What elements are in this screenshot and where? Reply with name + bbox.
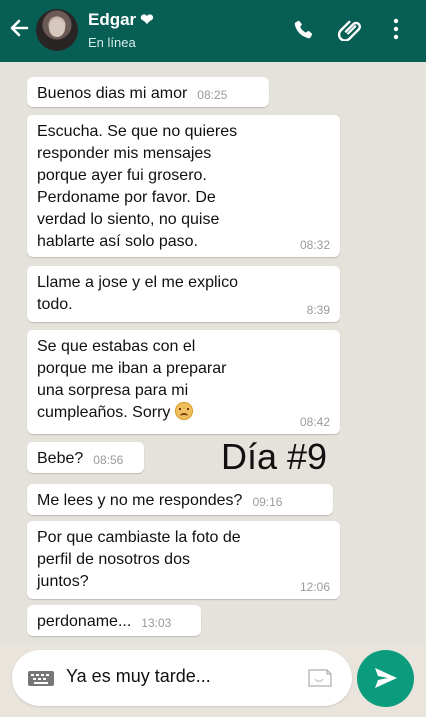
back-arrow-icon[interactable] [9,16,29,40]
day-label-overlay: Día #9 [221,436,328,477]
message-time: 13:03 [141,616,172,630]
message-bubble: perdoname... 13:03 [27,605,201,636]
message-composer[interactable]: Ya es muy tarde... [12,650,352,706]
paperclip-icon[interactable] [337,17,364,42]
avatar[interactable] [36,9,78,51]
chat-area: Buenos dias mi amor 08:25 Escucha. Se que… [0,62,426,646]
message-text: Buenos dias mi amor [37,85,188,102]
message-time: 8:39 [306,303,330,317]
message-time: 09:16 [252,495,283,509]
keyboard-icon[interactable] [27,668,55,688]
message-bubble: Me lees y no me respondes? 09:16 [27,484,333,515]
message-time: 08:32 [299,238,330,252]
phone-icon[interactable] [292,17,316,41]
message-text: Se que estabas con el porque me iban a p… [37,336,330,424]
message-text: perdoname... [37,613,132,630]
chat-header: Edgar ❤ En línea [0,0,426,62]
message-time: 08:25 [197,88,228,102]
message-text: Llame a jose y el me explico todo. [37,274,238,313]
message-text-content: Se que estabas con el porque me iban a p… [37,338,227,421]
message-bubble: Buenos dias mi amor 08:25 [27,77,269,107]
more-vertical-icon[interactable] [391,17,401,41]
contact-status: En línea [88,35,136,50]
message-bubble: Bebe? 08:56 [27,442,144,473]
message-text: Por que cambiaste la foto de perfil de n… [37,529,241,590]
avatar-face [49,19,65,37]
message-text: Escucha. Se que no quieres responder mis… [37,123,238,250]
message-text: Bebe? [37,450,84,467]
message-bubble: Llame a jose y el me explico todo. 8:39 [27,266,340,322]
heart-icon: ❤ [140,12,154,29]
message-bubble: Por que cambiaste la foto de perfil de n… [27,521,340,599]
send-button[interactable] [357,650,414,707]
message-text: Me lees y no me respondes? [37,492,243,509]
message-bubble: Se que estabas con el porque me iban a p… [27,330,340,434]
message-time: 12:06 [299,580,330,594]
send-icon [375,668,397,688]
sad-face-emoji-icon [175,402,194,420]
message-time: 08:42 [299,415,330,429]
message-bubble: Escucha. Se que no quieres responder mis… [27,115,340,257]
message-time: 08:56 [93,453,124,467]
sticker-icon[interactable] [306,668,332,688]
message-input[interactable]: Ya es muy tarde... [66,666,211,687]
contact-name[interactable]: Edgar ❤ [88,10,154,30]
contact-name-text: Edgar [88,10,137,29]
